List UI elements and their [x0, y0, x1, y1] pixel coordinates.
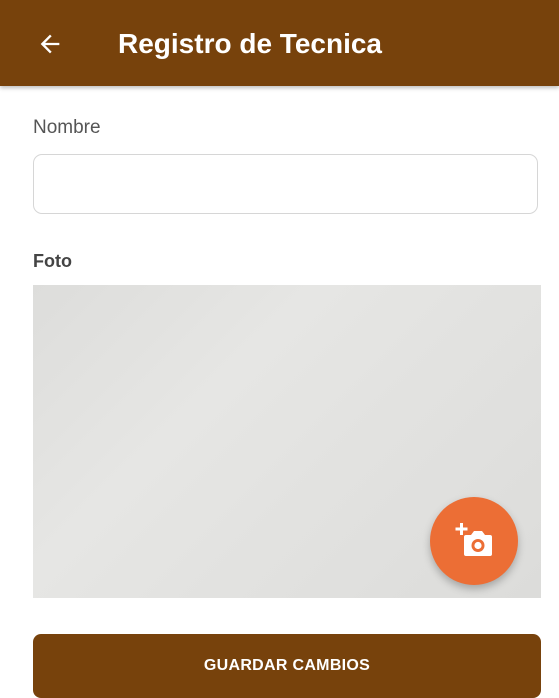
add-photo-camera-icon [455, 523, 492, 556]
page-title: Registro de Tecnica [118, 28, 383, 59]
save-changes-button[interactable]: GUARDAR CAMBIOS [33, 634, 541, 698]
app-bar: Registro de Tecnica [0, 0, 559, 86]
screen: Registro de Tecnica Nombre Foto GUARDAR … [0, 0, 559, 698]
name-input[interactable] [33, 154, 538, 214]
arrow-left-icon [40, 34, 60, 54]
add-photo-button[interactable] [430, 497, 518, 585]
back-button[interactable] [30, 24, 70, 64]
name-label: Nombre [33, 117, 101, 138]
photo-label: Foto [33, 251, 72, 271]
